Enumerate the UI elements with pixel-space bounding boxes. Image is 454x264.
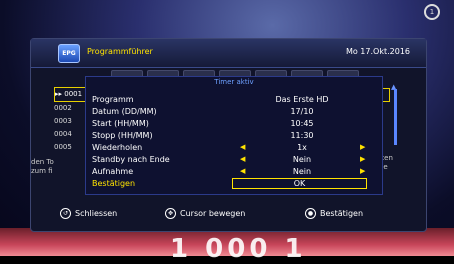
- guide-date: Mo 17.Okt.2016: [345, 47, 410, 56]
- row-label: Wiederholen: [92, 143, 143, 152]
- row-stopp[interactable]: Stopp (HH/MM) 11:30: [86, 130, 382, 141]
- arrow-right-icon[interactable]: ▶: [360, 154, 365, 165]
- timer-dialog: Timer aktiv Programm Das Erste HD Datum …: [85, 76, 383, 195]
- row-label: Aufnahme: [92, 167, 134, 176]
- arrow-left-icon[interactable]: ◀: [240, 166, 245, 177]
- arrow-right-icon[interactable]: ▶: [360, 166, 365, 177]
- cursor-icon: ✥: [165, 208, 176, 219]
- scrollbar[interactable]: [394, 89, 397, 145]
- move-cursor-hint[interactable]: ✥ Cursor bewegen: [165, 208, 245, 219]
- row-value: Nein: [292, 155, 312, 164]
- row-label: Datum (DD/MM): [92, 107, 157, 116]
- ok-button[interactable]: OK: [232, 178, 367, 189]
- arrow-right-icon[interactable]: ▶: [360, 142, 365, 153]
- ok-icon: ●: [305, 208, 316, 219]
- row-start[interactable]: Start (HH/MM) 10:45: [86, 118, 382, 129]
- row-value: Das Erste HD: [275, 95, 329, 104]
- epg-icon: EPG: [58, 44, 80, 63]
- row-label: Standby nach Ende: [92, 155, 170, 164]
- arrow-left-icon[interactable]: ◀: [240, 154, 245, 165]
- exit-icon: ↺: [60, 208, 71, 219]
- confirm-label: Bestätigen: [92, 179, 136, 188]
- guide-title: Programmführer: [87, 47, 153, 56]
- dialog-title: Timer aktiv: [214, 78, 254, 86]
- row-value: 1x: [297, 143, 307, 152]
- row-label: Stopp (HH/MM): [92, 131, 153, 140]
- confirm-hint[interactable]: ● Bestätigen: [305, 208, 363, 219]
- arrow-left-icon[interactable]: ◀: [240, 142, 245, 153]
- row-standby[interactable]: Standby nach Ende ◀ Nein ▶: [86, 154, 382, 165]
- row-label: Programm: [92, 95, 134, 104]
- row-label: Start (HH/MM): [92, 119, 149, 128]
- program-description-left: den To zum fi: [31, 158, 54, 175]
- row-aufnahme[interactable]: Aufnahme ◀ Nein ▶: [86, 166, 382, 177]
- close-hint[interactable]: ↺ Schliessen: [60, 208, 117, 219]
- guide-header: EPG Programmführer Mo 17.Okt.2016: [31, 39, 426, 68]
- row-datum[interactable]: Datum (DD/MM) 17/10: [86, 106, 382, 117]
- row-value: Nein: [292, 167, 312, 176]
- row-value: 10:45: [290, 119, 314, 128]
- row-value: 11:30: [290, 131, 314, 140]
- footer-hints: ↺ Schliessen ✥ Cursor bewegen ● Bestätig…: [60, 208, 390, 222]
- row-value: 17/10: [290, 107, 314, 116]
- channel-logo-icon: 1: [424, 4, 440, 20]
- row-confirm[interactable]: Bestätigen OK: [86, 178, 382, 189]
- row-wiederholen[interactable]: Wiederholen ◀ 1x ▶: [86, 142, 382, 153]
- tv-number: 1 000 1: [170, 234, 307, 264]
- row-programm[interactable]: Programm Das Erste HD: [86, 94, 382, 105]
